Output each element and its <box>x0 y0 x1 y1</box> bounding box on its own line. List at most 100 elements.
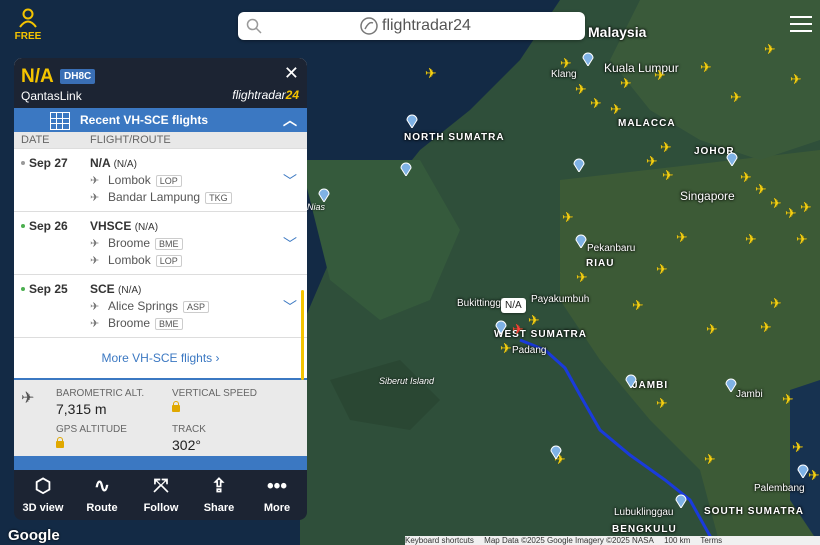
flight-row[interactable]: Sep 25 SCE (N/A) ✈ Alice Springs ASP ✈ Broo… <box>14 275 307 338</box>
search-brand-label: flightradar24 <box>382 17 471 34</box>
track: TRACK 302° <box>172 424 206 453</box>
callsign: N/A <box>21 66 54 87</box>
keyboard-shortcuts-link[interactable]: Keyboard shortcuts <box>405 536 474 545</box>
landing-icon: ✈ <box>90 192 100 204</box>
close-icon[interactable]: ✕ <box>284 63 299 84</box>
island-label: Nias <box>307 202 326 212</box>
terms-link[interactable]: Terms <box>700 536 722 545</box>
aircraft-icon[interactable]: ✈ <box>676 230 688 244</box>
aircraft-icon[interactable]: ✈ <box>704 452 716 466</box>
city-label: Padang <box>512 345 547 356</box>
aircraft-icon[interactable]: ✈ <box>590 96 602 110</box>
status-dot <box>21 161 25 165</box>
destination: ✈ Broome BME <box>90 316 183 330</box>
airport-pin-icon[interactable] <box>582 52 594 66</box>
search-bar[interactable]: flightradar24 <box>238 12 585 40</box>
aircraft-icon[interactable]: ✈ <box>790 72 802 86</box>
share-button[interactable]: ⇪ Share <box>190 474 248 514</box>
chevron-down-icon[interactable]: ﹀ <box>283 297 297 317</box>
aircraft-icon[interactable]: ✈ <box>782 392 794 406</box>
aircraft-icon[interactable]: ✈ <box>654 68 666 82</box>
recent-flights-column-header: DATE FLIGHT/ROUTE <box>14 132 307 149</box>
airport-pin-icon[interactable] <box>575 234 587 248</box>
aircraft-icon[interactable]: ✈ <box>560 56 572 70</box>
aircraft-icon[interactable]: ✈ <box>755 182 767 196</box>
destination: ✈ Bandar Lampung TKG <box>90 190 232 204</box>
date-column-label: DATE <box>21 134 50 146</box>
airport-pin-icon[interactable] <box>550 445 562 459</box>
aircraft-icon[interactable]: ✈ <box>706 322 718 336</box>
aircraft-icon[interactable]: ✈ <box>425 66 437 80</box>
aircraft-icon[interactable]: ✈ <box>700 60 712 74</box>
follow-button[interactable]: ⤧ Follow <box>132 474 190 514</box>
aircraft-icon[interactable]: ✈ <box>656 396 668 410</box>
selected-aircraft-icon[interactable]: ✈ <box>512 322 524 336</box>
aircraft-icon[interactable]: ✈ <box>610 102 622 116</box>
destination: ✈ Lombok LOP <box>90 253 182 267</box>
takeoff-icon: ✈ <box>90 238 100 250</box>
aircraft-icon[interactable]: ✈ <box>808 468 820 482</box>
aircraft-icon[interactable]: ✈ <box>646 154 658 168</box>
cube-icon: ⬡ <box>34 476 52 497</box>
menu-button[interactable] <box>790 16 812 37</box>
aircraft-icon[interactable]: ✈ <box>792 440 804 454</box>
aircraft-icon[interactable]: ✈ <box>576 270 588 284</box>
lock-icon[interactable] <box>56 437 64 448</box>
aircraft-icon[interactable]: ✈ <box>656 262 668 276</box>
aircraft-icon[interactable]: ✈ <box>760 320 772 334</box>
airport-pin-icon[interactable] <box>725 378 737 392</box>
airline-name[interactable]: QantasLink <box>21 89 82 103</box>
aircraft-icon[interactable]: ✈ <box>730 90 742 104</box>
recent-flights-label: Recent VH-SCE flights <box>80 113 209 127</box>
airport-pin-icon[interactable] <box>625 374 637 388</box>
landing-icon: ✈ <box>90 255 100 267</box>
city-label: Palembang <box>754 483 805 494</box>
origin: ✈ Lombok LOP <box>90 173 182 187</box>
aircraft-icon[interactable]: ✈ <box>764 42 776 56</box>
airport-pin-icon[interactable] <box>675 494 687 508</box>
aircraft-icon[interactable]: ✈ <box>500 341 512 355</box>
airport-pin-icon[interactable] <box>406 114 418 128</box>
airport-pin-icon[interactable] <box>318 188 330 202</box>
flight-row[interactable]: Sep 26 VHSCE (N/A) ✈ Broome BME ✈ Lombok LOP… <box>14 212 307 275</box>
more-button[interactable]: ••• More <box>248 474 306 514</box>
aircraft-icon[interactable]: ✈ <box>528 313 540 327</box>
aircraft-icon[interactable]: ✈ <box>785 206 797 220</box>
aircraft-icon[interactable]: ✈ <box>662 168 674 182</box>
aircraft-icon[interactable]: ✈ <box>796 232 808 246</box>
map-footer: Keyboard shortcuts Map Data ©2025 Google… <box>405 536 820 545</box>
recent-flights-toggle[interactable]: Recent VH-SCE flights ︿ <box>14 108 307 132</box>
route-button[interactable]: ∿ Route <box>73 474 131 514</box>
aircraft-icon[interactable]: ✈ <box>660 140 672 154</box>
region-label: MALACCA <box>618 118 676 129</box>
airport-pin-icon[interactable] <box>726 152 738 166</box>
more-flights-link[interactable]: More VH-SCE flights › <box>14 338 307 380</box>
city-label: Jambi <box>736 389 763 400</box>
aircraft-icon[interactable]: ✈ <box>575 82 587 96</box>
island-label: Siberut Island <box>379 376 435 386</box>
airport-pin-icon[interactable] <box>573 158 585 172</box>
aircraft-icon[interactable]: ✈ <box>800 200 812 214</box>
next-section-header[interactable] <box>14 456 307 470</box>
panel-scrollbar[interactable] <box>301 290 304 380</box>
google-logo: Google <box>8 527 60 544</box>
flight-row[interactable]: Sep 27 N/A (N/A) ✈ Lombok LOP ✈ Bandar Lamp… <box>14 149 307 212</box>
aircraft-icon[interactable]: ✈ <box>632 298 644 312</box>
aircraft-icon[interactable]: ✈ <box>562 210 574 224</box>
airport-pin-icon[interactable] <box>400 162 412 176</box>
lock-icon[interactable] <box>172 401 180 412</box>
airport-pin-icon[interactable] <box>495 320 507 334</box>
3d-view-button[interactable]: ⬡ 3D view <box>14 474 72 514</box>
vertical-speed: VERTICAL SPEED <box>172 388 257 415</box>
airport-pin-icon[interactable] <box>797 464 809 478</box>
aircraft-icon[interactable]: ✈ <box>770 196 782 210</box>
aircraft-icon[interactable]: ✈ <box>770 296 782 310</box>
takeoff-icon: ✈ <box>90 175 100 187</box>
chevron-down-icon[interactable]: ﹀ <box>283 234 297 254</box>
aircraft-icon[interactable]: ✈ <box>620 76 632 90</box>
city-label: Singapore <box>680 189 735 203</box>
aircraft-icon[interactable]: ✈ <box>745 232 757 246</box>
aircraft-icon[interactable]: ✈ <box>740 170 752 184</box>
account-button[interactable]: FREE <box>8 8 48 42</box>
chevron-down-icon[interactable]: ﹀ <box>283 171 297 191</box>
